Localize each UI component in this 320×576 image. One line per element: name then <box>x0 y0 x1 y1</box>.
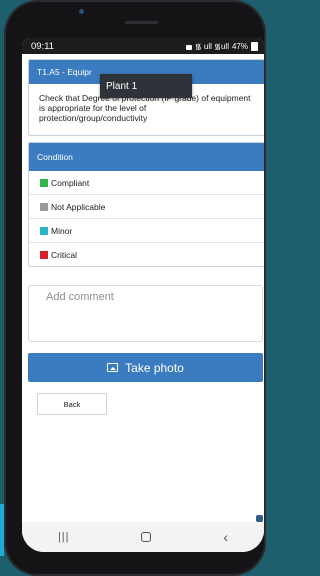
condition-option-critical[interactable]: Critical <box>29 242 264 266</box>
phone-frame: 09:11 ᯾ ull ᯾ull 47% Plant 1 T1.A5 - Equ… <box>4 0 266 576</box>
home-icon[interactable] <box>141 532 152 542</box>
app-content: Plant 1 T1.A5 - Equipr Check that Degree… <box>22 54 264 552</box>
condition-options: Compliant Not Applicable Minor Critical <box>29 171 264 266</box>
condition-card: Condition Compliant Not Applicable Minor <box>28 142 264 267</box>
signal-icon: ᯾ ull ᯾ull <box>194 41 229 51</box>
earpiece <box>125 21 158 24</box>
image-icon <box>107 363 119 372</box>
compliant-swatch-icon <box>40 178 48 187</box>
option-label: Minor <box>51 225 73 236</box>
camera-shortcut-icon[interactable] <box>256 515 263 522</box>
comment-input[interactable]: Add comment <box>28 285 263 342</box>
status-time: 09:11 <box>31 40 55 52</box>
minor-swatch-icon <box>40 226 48 235</box>
option-label: Compliant <box>51 177 90 188</box>
back-button[interactable]: Back <box>37 393 107 415</box>
option-label: Not Applicable <box>51 201 106 212</box>
battery-label: 47% <box>231 41 248 51</box>
condition-option-not-applicable[interactable]: Not Applicable <box>29 194 264 218</box>
screen: 09:11 ᯾ ull ᯾ull 47% Plant 1 T1.A5 - Equ… <box>22 38 264 552</box>
condition-option-minor[interactable]: Minor <box>29 218 264 242</box>
recent-apps-icon[interactable]: ||| <box>58 531 70 543</box>
nav-back-icon[interactable]: ‹ <box>223 529 228 545</box>
status-icons: ᯾ ull ᯾ull 47% <box>185 41 258 52</box>
question-code: T1.A5 - Equipr <box>37 67 92 77</box>
back-label: Back <box>63 399 81 409</box>
comment-placeholder: Add comment <box>46 291 114 303</box>
edge-strip <box>0 504 4 556</box>
tooltip-text: Plant 1 <box>106 80 138 92</box>
take-photo-button[interactable]: Take photo <box>28 353 263 382</box>
take-photo-label: Take photo <box>125 360 184 375</box>
condition-header: Condition <box>29 143 264 171</box>
critical-swatch-icon <box>40 250 48 259</box>
lock-icon <box>185 44 192 50</box>
status-bar: 09:11 ᯾ ull ᯾ull 47% <box>22 38 264 54</box>
battery-icon <box>251 41 258 51</box>
android-nav-bar: ||| ‹ <box>22 522 264 552</box>
condition-option-compliant[interactable]: Compliant <box>29 171 264 194</box>
condition-title: Condition <box>37 152 73 162</box>
option-label: Critical <box>51 249 77 260</box>
front-camera <box>79 9 84 14</box>
tooltip: Plant 1 <box>100 74 192 98</box>
not-applicable-swatch-icon <box>40 202 48 211</box>
